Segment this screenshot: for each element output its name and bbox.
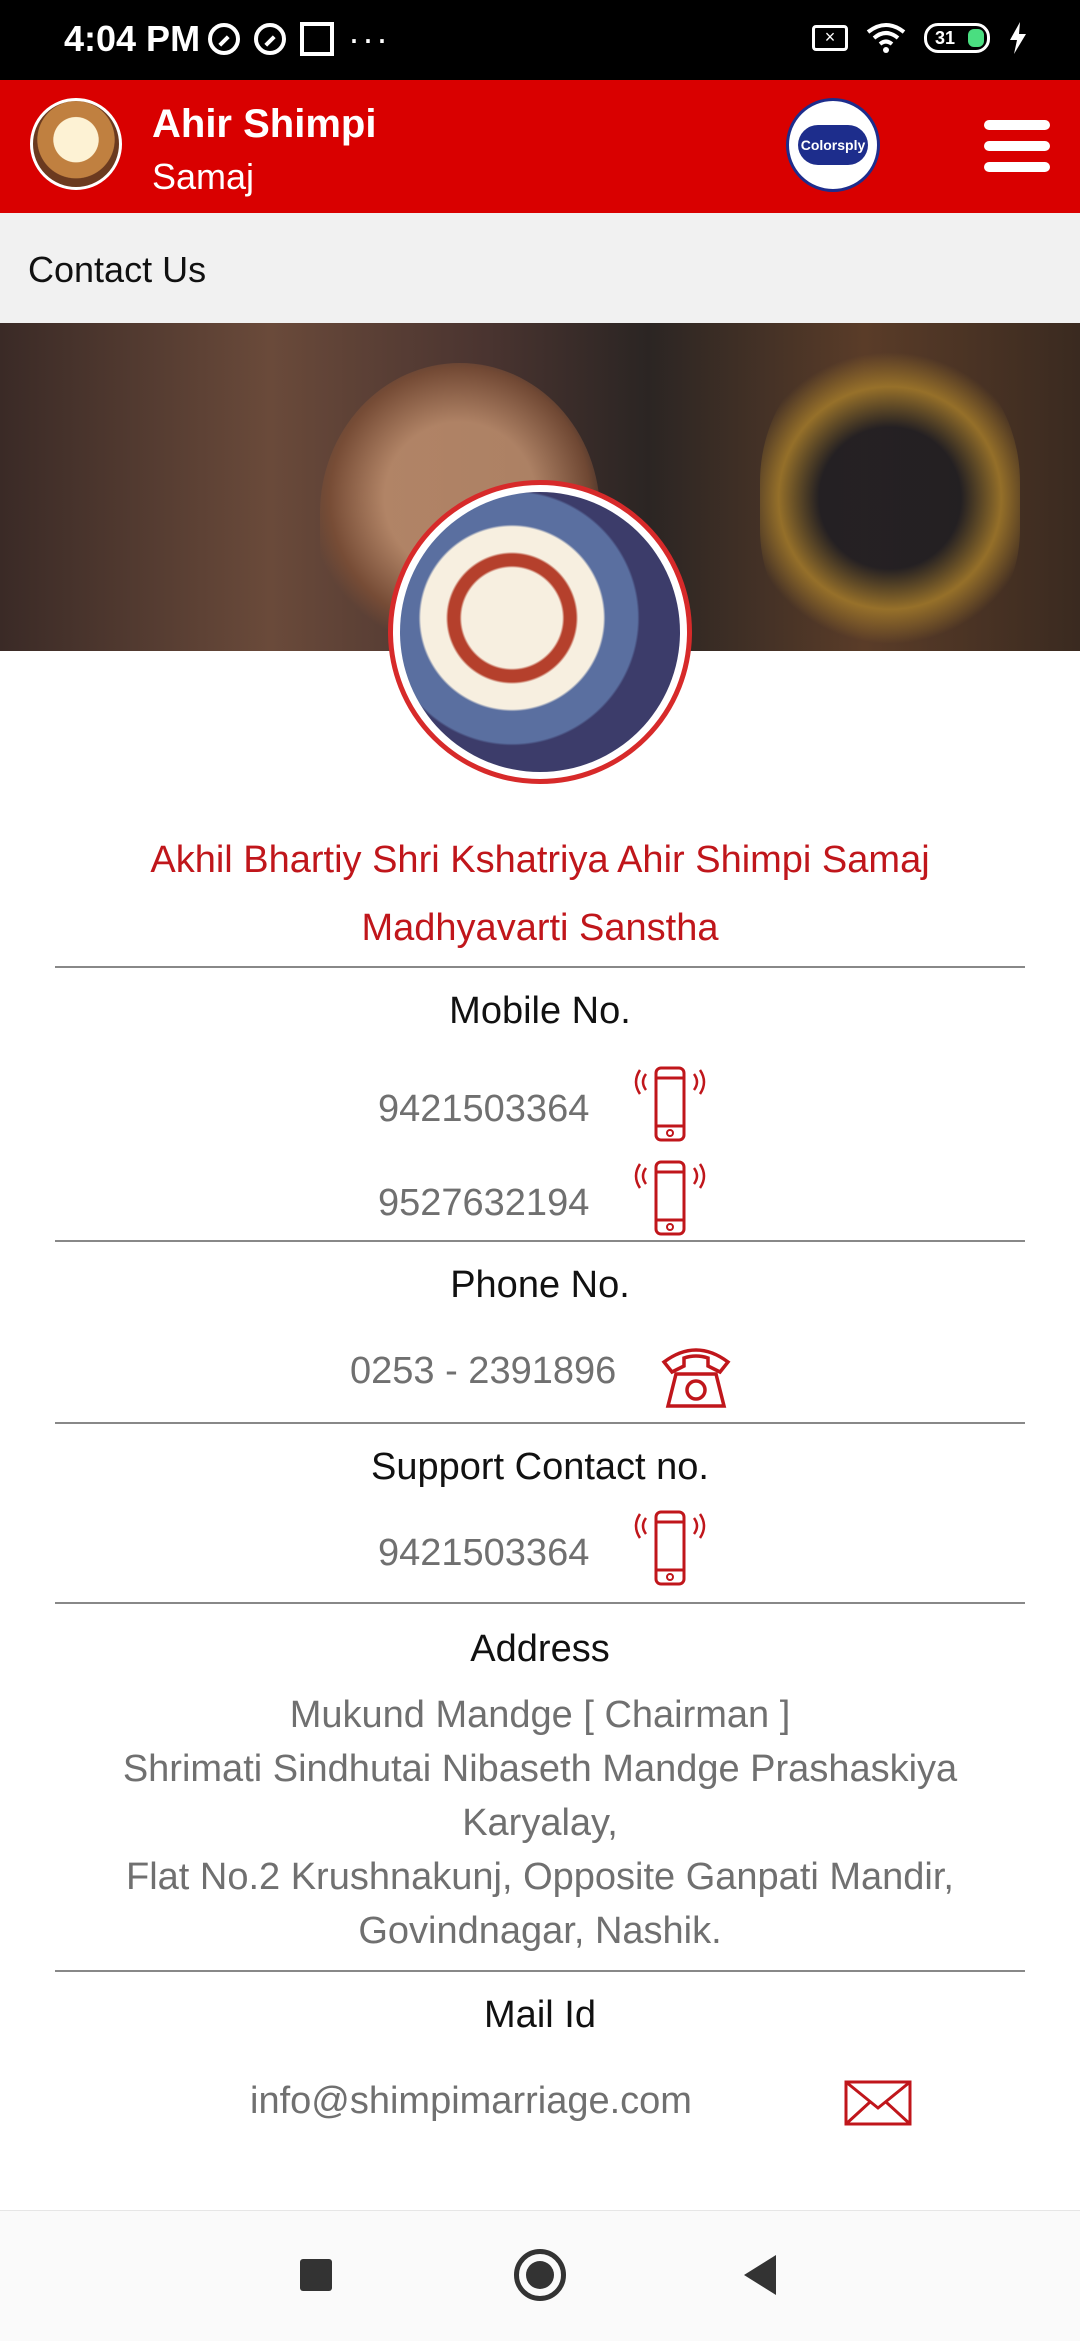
notification-icon — [208, 23, 240, 55]
mobile-number[interactable]: 9527632194 — [378, 1182, 589, 1225]
battery-level: 31 — [935, 28, 956, 48]
support-section-title: Support Contact no. — [371, 1446, 709, 1488]
battery-icon: 31 — [924, 23, 990, 53]
telephone-icon[interactable] — [658, 1336, 734, 1416]
app-bar: Ahir Shimpi Samaj Colorsply — [0, 80, 1080, 213]
address-section-title: Address — [470, 1628, 610, 1670]
status-bar: 4:04 PM ··· × 31 — [0, 0, 1080, 80]
mobile-phone-icon[interactable] — [632, 1158, 708, 1238]
app-title: Ahir Shimpi — [152, 102, 377, 146]
page-header: Contact Us — [0, 213, 1080, 323]
app-logo-avatar — [30, 98, 122, 190]
status-system-icons: × 31 — [812, 22, 1028, 54]
sponsor-logo-text: Colorsply — [798, 125, 868, 165]
charging-icon — [1010, 22, 1026, 54]
support-number[interactable]: 9421503364 — [378, 1532, 589, 1575]
phone-section-title: Phone No. — [450, 1264, 630, 1306]
mail-icon[interactable] — [844, 2080, 912, 2126]
page-title: Contact Us — [28, 249, 207, 290]
address-line: Shrimati Sindhutai Nibaseth Mandge Prash… — [122, 1748, 958, 1790]
sim-icon: × — [812, 25, 848, 51]
phone-number[interactable]: 0253 - 2391896 — [350, 1350, 616, 1393]
system-navigation-bar — [0, 2210, 1080, 2341]
mobile-phone-icon[interactable] — [632, 1508, 708, 1588]
address-line: Mukund Mandge [ Chairman ] — [289, 1694, 791, 1736]
notification-icon — [300, 22, 334, 56]
home-icon[interactable] — [514, 2249, 566, 2301]
mobile-section-title: Mobile No. — [449, 990, 631, 1032]
organization-name-line1: Akhil Bhartiy Shri Kshatriya Ahir Shimpi… — [150, 839, 930, 881]
wifi-icon — [866, 23, 906, 53]
email-address[interactable]: info@shimpimarriage.com — [250, 2080, 692, 2123]
more-notifications-icon: ··· — [348, 18, 390, 59]
address-line: Govindnagar, Nashik. — [358, 1910, 722, 1952]
notification-icon — [254, 23, 286, 55]
menu-icon[interactable] — [984, 120, 1050, 172]
organization-name-line2: Madhyavarti Sanstha — [361, 907, 719, 949]
divider — [55, 1422, 1025, 1424]
address-text: Mukund Mandge [ Chairman ] Shrimati Sind… — [80, 1688, 1000, 1958]
mobile-number[interactable]: 9421503364 — [378, 1088, 589, 1131]
divider — [55, 1240, 1025, 1242]
organization-name: Akhil Bhartiy Shri Kshatriya Ahir Shimpi… — [60, 826, 1020, 962]
recent-apps-icon[interactable] — [300, 2259, 332, 2291]
mail-section-title: Mail Id — [484, 1994, 596, 2036]
divider — [55, 1602, 1025, 1604]
address-line: Flat No.2 Krushnakunj, Opposite Ganpati … — [125, 1856, 954, 1898]
divider — [55, 966, 1025, 968]
profile-image — [388, 480, 692, 784]
sponsor-logo[interactable]: Colorsply — [786, 98, 880, 192]
address-line: Karyalay, — [462, 1802, 618, 1844]
back-icon[interactable] — [744, 2255, 776, 2295]
divider — [55, 1970, 1025, 1972]
mobile-phone-icon[interactable] — [632, 1064, 708, 1144]
status-time: 4:04 PM — [64, 18, 201, 59]
status-notification-icons: ··· — [208, 18, 390, 59]
app-subtitle: Samaj — [152, 156, 255, 197]
